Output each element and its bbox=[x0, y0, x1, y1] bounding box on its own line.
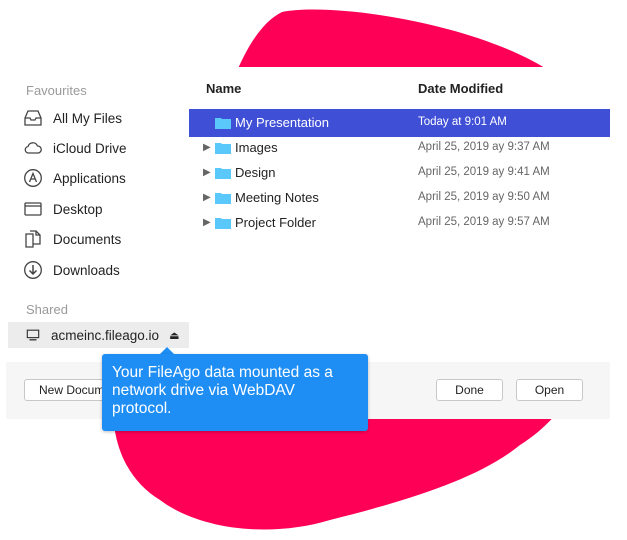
column-header-name[interactable]: Name bbox=[206, 81, 241, 96]
all-files-icon bbox=[22, 107, 44, 129]
file-name: Images bbox=[235, 140, 278, 155]
sidebar-item-label: Downloads bbox=[53, 262, 120, 278]
folder-icon bbox=[215, 118, 231, 129]
column-header-date[interactable]: Date Modified bbox=[418, 81, 503, 96]
eject-icon[interactable]: ⏏ bbox=[169, 329, 179, 342]
documents-icon bbox=[22, 228, 44, 250]
open-button[interactable]: Open bbox=[516, 379, 583, 401]
folder-icon bbox=[215, 218, 231, 229]
sidebar-item-desktop[interactable]: Desktop bbox=[22, 196, 182, 222]
computer-icon bbox=[26, 327, 42, 343]
shared-drive-label: acmeinc.fileago.io bbox=[51, 327, 160, 343]
tooltip: Your FileAgo data mounted as a network d… bbox=[102, 354, 368, 431]
sidebar-item-downloads[interactable]: Downloads bbox=[22, 257, 182, 283]
favourites-label: Favourites bbox=[26, 83, 87, 98]
file-date: April 25, 2019 ay 9:37 AM bbox=[418, 141, 550, 153]
cloud-icon bbox=[22, 137, 44, 159]
file-name: Project Folder bbox=[235, 215, 316, 230]
file-name: Design bbox=[235, 165, 276, 180]
desktop-icon bbox=[22, 198, 44, 220]
done-button[interactable]: Done bbox=[436, 379, 503, 401]
downloads-icon bbox=[22, 259, 44, 281]
disclosure-triangle-icon[interactable]: ▶ bbox=[203, 167, 211, 178]
sidebar: Favourites All My Files iCloud Drive App… bbox=[6, 67, 186, 357]
disclosure-triangle-icon[interactable]: ▶ bbox=[203, 142, 211, 153]
sidebar-item-icloud-drive[interactable]: iCloud Drive bbox=[22, 135, 182, 161]
sidebar-item-applications[interactable]: Applications bbox=[22, 165, 182, 191]
sidebar-item-label: Applications bbox=[53, 170, 126, 186]
file-date: April 25, 2019 ay 9:57 AM bbox=[418, 216, 550, 228]
sidebar-item-shared-drive[interactable]: acmeinc.fileago.io ⏏ bbox=[8, 322, 189, 348]
sidebar-item-documents[interactable]: Documents bbox=[22, 226, 182, 252]
sidebar-item-label: Documents bbox=[53, 231, 122, 247]
folder-icon bbox=[215, 143, 231, 154]
sidebar-item-label: iCloud Drive bbox=[53, 140, 127, 156]
file-date: April 25, 2019 ay 9:50 AM bbox=[418, 191, 550, 203]
file-date: April 25, 2019 ay 9:41 AM bbox=[418, 166, 550, 178]
sidebar-item-label: All My Files bbox=[53, 110, 123, 126]
file-name: My Presentation bbox=[235, 115, 329, 130]
file-list: Name Date Modified My Presentation Today… bbox=[189, 67, 610, 357]
folder-icon bbox=[215, 168, 231, 179]
applications-icon bbox=[22, 167, 44, 189]
folder-icon bbox=[215, 193, 231, 204]
list-item[interactable]: ▶ Images April 25, 2019 ay 9:37 AM bbox=[189, 134, 610, 162]
file-date: Today at 9:01 AM bbox=[418, 116, 507, 128]
disclosure-triangle-icon[interactable]: ▶ bbox=[203, 217, 211, 228]
sidebar-item-label: Desktop bbox=[53, 201, 103, 217]
list-item[interactable]: ▶ Design April 25, 2019 ay 9:41 AM bbox=[189, 159, 610, 187]
list-item[interactable]: ▶ Meeting Notes April 25, 2019 ay 9:50 A… bbox=[189, 184, 610, 212]
shared-label: Shared bbox=[26, 302, 68, 317]
sidebar-item-all-my-files[interactable]: All My Files bbox=[22, 105, 182, 131]
list-item[interactable]: My Presentation Today at 9:01 AM bbox=[189, 109, 610, 137]
list-item[interactable]: ▶ Project Folder April 25, 2019 ay 9:57 … bbox=[189, 209, 610, 237]
disclosure-triangle-icon[interactable]: ▶ bbox=[203, 192, 211, 203]
file-name: Meeting Notes bbox=[235, 190, 319, 205]
